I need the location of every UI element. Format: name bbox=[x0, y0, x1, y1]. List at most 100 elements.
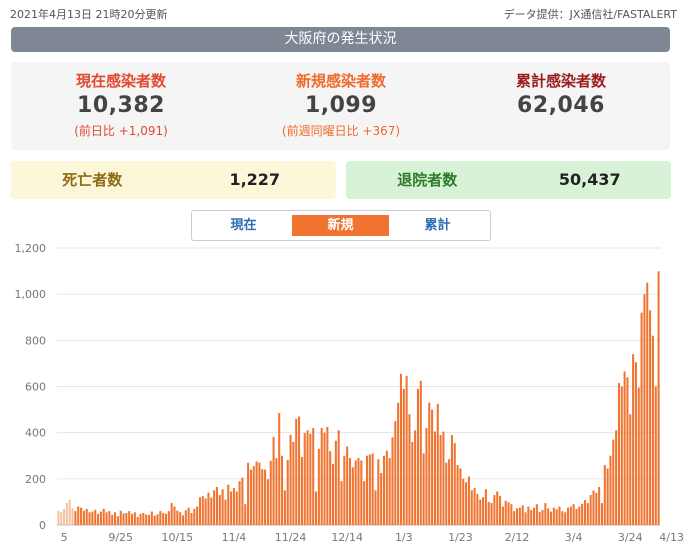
y-tick-label: 0 bbox=[39, 519, 46, 532]
bar bbox=[210, 497, 213, 525]
bar bbox=[586, 503, 589, 525]
x-tick-label: 1/3 bbox=[395, 531, 413, 544]
tab-total[interactable]: 累計 bbox=[389, 215, 486, 236]
bar bbox=[258, 462, 261, 525]
bar bbox=[57, 510, 60, 525]
bar bbox=[275, 458, 278, 525]
y-tick-label: 1,000 bbox=[15, 288, 47, 301]
bar bbox=[181, 515, 184, 525]
bar bbox=[97, 513, 100, 525]
bar bbox=[564, 512, 567, 525]
y-tick-label: 400 bbox=[25, 427, 46, 440]
bar bbox=[77, 506, 80, 525]
bar bbox=[272, 436, 275, 525]
tab-new[interactable]: 新規 bbox=[292, 215, 389, 236]
bar bbox=[176, 510, 179, 525]
bar bbox=[99, 511, 102, 525]
bar bbox=[227, 484, 230, 525]
bar bbox=[306, 430, 309, 525]
bar bbox=[133, 512, 136, 525]
bar bbox=[397, 402, 400, 525]
bar bbox=[238, 481, 241, 525]
bar bbox=[221, 489, 224, 525]
bar bbox=[445, 462, 448, 525]
bar bbox=[493, 494, 496, 525]
bar bbox=[235, 491, 238, 525]
bar bbox=[266, 479, 269, 525]
bar bbox=[450, 434, 453, 525]
bar bbox=[566, 507, 570, 525]
bar bbox=[142, 512, 145, 525]
data-source: データ提供：JX通信社/FASTALERT bbox=[503, 8, 677, 21]
bar bbox=[247, 462, 250, 525]
bar bbox=[323, 432, 326, 525]
bar bbox=[363, 481, 366, 525]
bar bbox=[63, 508, 66, 525]
bar bbox=[598, 486, 601, 525]
stat-new-label: 新規感染者数 bbox=[295, 72, 386, 90]
bar bbox=[337, 430, 340, 525]
bar bbox=[278, 413, 281, 525]
bar bbox=[292, 441, 295, 525]
bar bbox=[581, 503, 584, 525]
bar bbox=[595, 492, 598, 525]
bar bbox=[527, 506, 530, 525]
bar bbox=[193, 508, 196, 525]
bar bbox=[252, 466, 255, 525]
bar bbox=[357, 458, 360, 525]
tab-current[interactable]: 現在 bbox=[195, 215, 292, 236]
bar bbox=[521, 505, 524, 525]
bar bbox=[484, 489, 487, 525]
bar bbox=[558, 506, 561, 525]
bar bbox=[187, 507, 190, 525]
bar bbox=[65, 503, 68, 525]
bar bbox=[150, 511, 153, 525]
bar bbox=[264, 469, 267, 525]
bar bbox=[414, 430, 417, 525]
bar bbox=[442, 431, 445, 525]
bar bbox=[111, 514, 114, 525]
bar bbox=[524, 512, 527, 525]
bar bbox=[170, 503, 173, 525]
bar bbox=[128, 511, 131, 525]
bar bbox=[504, 500, 507, 525]
stat-current-value: 10,382 bbox=[77, 93, 165, 118]
bar bbox=[241, 477, 244, 525]
bar bbox=[119, 510, 122, 525]
bar bbox=[312, 428, 315, 525]
bar bbox=[385, 450, 388, 525]
bar bbox=[167, 511, 170, 525]
stat-new-diff: (前週同曜日比 +367) bbox=[281, 124, 401, 138]
x-tick-label: 2/12 bbox=[505, 531, 530, 544]
bar bbox=[82, 510, 85, 525]
bar bbox=[637, 387, 640, 525]
bar bbox=[317, 448, 320, 525]
bar bbox=[329, 451, 332, 525]
bar bbox=[215, 486, 218, 525]
bar bbox=[374, 490, 377, 525]
bar bbox=[80, 507, 83, 525]
bar bbox=[490, 503, 493, 525]
stat-current-diff: (前日比 +1,091) bbox=[74, 124, 168, 138]
bar bbox=[207, 492, 210, 525]
bar bbox=[578, 506, 581, 525]
bar bbox=[346, 446, 349, 525]
bar bbox=[303, 433, 306, 525]
bar bbox=[159, 511, 162, 525]
bar bbox=[408, 414, 411, 525]
bar bbox=[617, 383, 620, 525]
bar bbox=[122, 513, 125, 525]
x-tick-label: 11/24 bbox=[275, 531, 307, 544]
x-tick-label: 10/15 bbox=[161, 531, 193, 544]
y-tick-label: 600 bbox=[25, 381, 46, 394]
bar bbox=[136, 516, 139, 525]
bar bbox=[315, 491, 318, 525]
bar bbox=[281, 455, 284, 525]
bar bbox=[289, 434, 292, 525]
bar bbox=[391, 437, 394, 525]
bar bbox=[394, 421, 397, 525]
stat-total: 累計感染者数 62,046 bbox=[451, 70, 671, 118]
bar bbox=[589, 494, 592, 525]
bar bbox=[482, 497, 485, 525]
bar bbox=[609, 455, 612, 525]
